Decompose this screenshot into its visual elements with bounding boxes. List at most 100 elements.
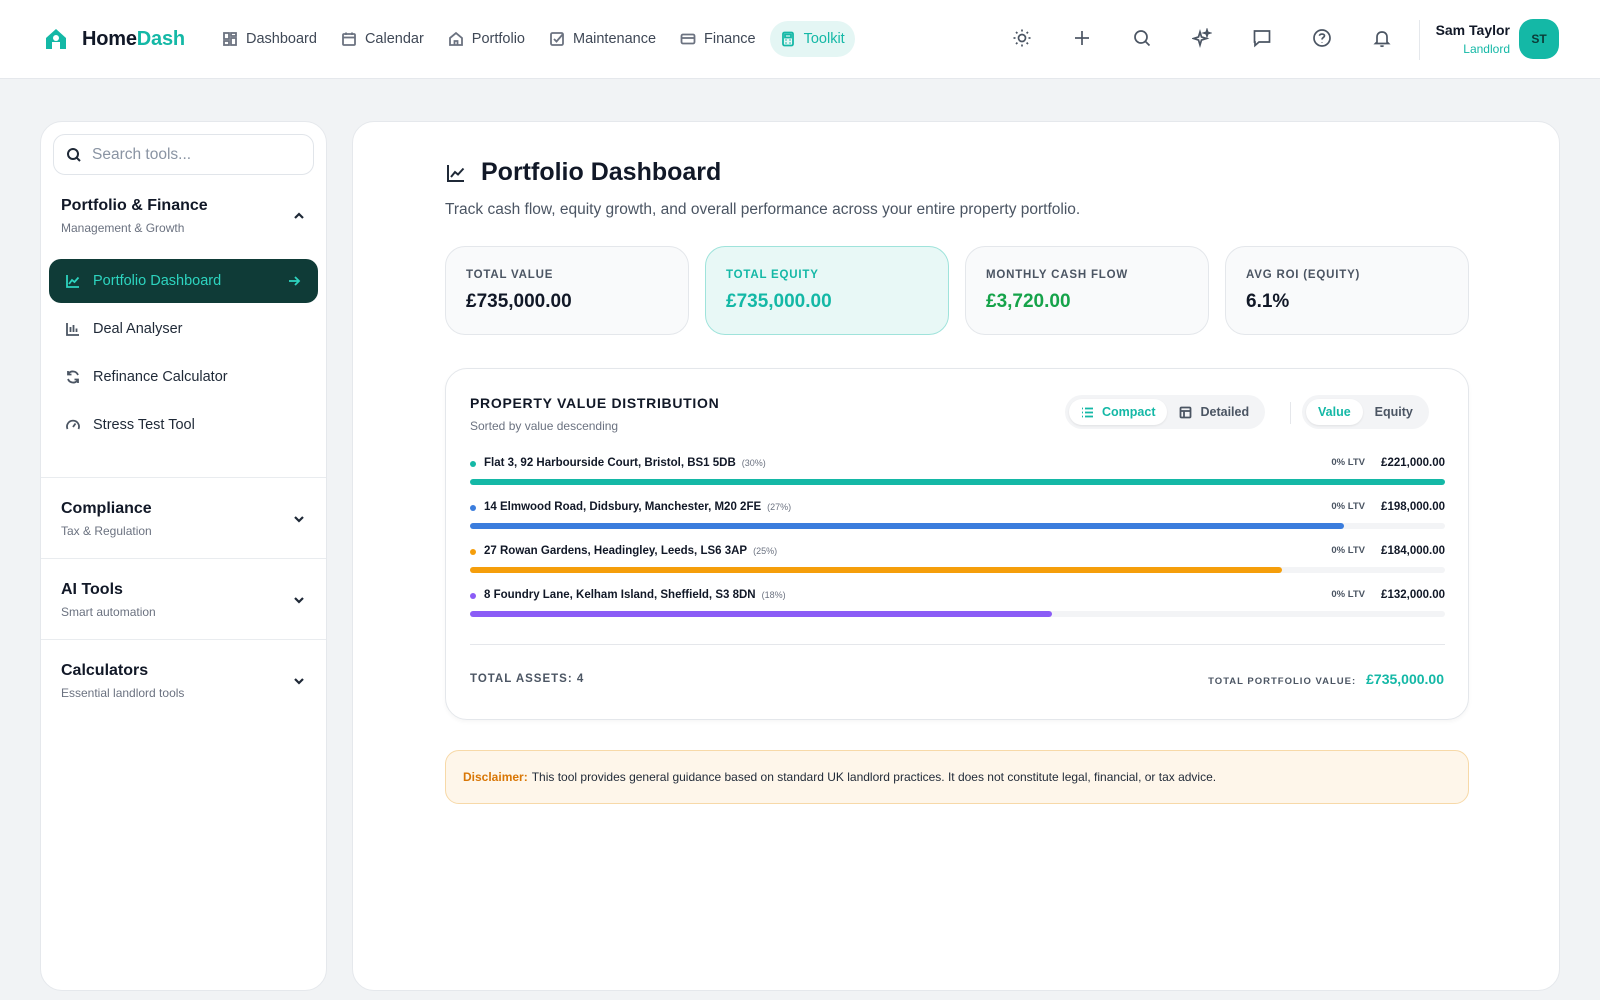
nav-calendar[interactable]: Calendar [331,21,434,57]
property-value: £221,000.00 [1381,457,1445,469]
user-info[interactable]: Sam Taylor Landlord [1430,22,1510,56]
property-ltv: 0% LTV [1331,457,1365,468]
sun-icon [1013,29,1031,47]
stat-card-avg-roi: AVG ROI (EQUITY) 6.1% [1225,246,1469,335]
house-logo-icon [46,29,66,49]
main-nav: Dashboard Calendar Portfolio Maintenance… [212,21,855,57]
chevron-down-icon [294,597,304,604]
value-bar-fill [470,567,1282,573]
search-tools-input[interactable] [92,145,292,164]
nav-portfolio-label: Portfolio [471,31,525,47]
help-button[interactable] [1304,20,1340,56]
section-title: Compliance [61,500,152,517]
nav-finance-label: Finance [704,31,756,47]
section-title: Portfolio & Finance [61,197,208,214]
nav-maintenance-label: Maintenance [572,31,657,47]
property-share: (30%) [741,458,766,468]
section-title: Calculators [61,662,149,679]
gauge-icon [66,419,80,430]
value-bar-track [470,479,1445,485]
section-portfolio-finance-header[interactable]: Portfolio & Finance Management & Growth [61,197,306,235]
nav-dashboard[interactable]: Dashboard [212,21,327,57]
section-subtitle: Smart automation [61,605,156,619]
checkbox-icon [550,32,564,46]
sidebar-item-stress-test-tool[interactable]: Stress Test Tool [49,403,318,447]
bar-chart-icon [66,323,79,336]
sidebar-item-label: Stress Test Tool [93,417,195,433]
bell-icon [1373,31,1391,48]
property-row: 14 Elmwood Road, Didsbury, Manchester, M… [470,499,1445,543]
property-row: 8 Foundry Lane, Kelham Island, Sheffield… [470,587,1445,631]
series-color-dot [470,549,476,555]
stat-value: £735,000.00 [466,291,572,312]
section-ai-tools-header[interactable]: AI Tools Smart automation [61,581,306,619]
brand-name: HomeDash [82,27,185,50]
total-portfolio-value-amount: £735,000.00 [1366,671,1444,687]
sidebar-item-portfolio-dashboard[interactable]: Portfolio Dashboard [49,259,318,303]
series-color-dot [470,505,476,511]
card-subtitle: Sorted by value descending [470,419,619,433]
value-bar-track [470,567,1445,573]
stat-value: £735,000.00 [726,291,832,312]
property-share: (27%) [767,502,792,512]
add-button[interactable] [1064,20,1100,56]
stat-label: TOTAL EQUITY [726,269,819,281]
total-portfolio-value: TOTAL PORTFOLIO VALUE: £735,000.00 [1208,671,1444,687]
stat-value: 6.1% [1246,291,1290,312]
search-icon [1134,30,1151,47]
sidebar-item-deal-analyser[interactable]: Deal Analyser [49,307,318,351]
series-color-dot [470,593,476,599]
disclaimer-text: This tool provides general guidance base… [531,770,1217,784]
calculator-icon [781,31,794,47]
nav-finance[interactable]: Finance [670,21,766,57]
property-address: Flat 3, 92 Harbourside Court, Bristol, B… [484,457,766,469]
section-compliance-header[interactable]: Compliance Tax & Regulation [61,500,306,538]
search-button[interactable] [1124,20,1160,56]
disclaimer-label: Disclaimer: [463,770,528,784]
nav-portfolio[interactable]: Portfolio [438,21,535,57]
main-panel: Portfolio Dashboard Track cash flow, equ… [352,121,1560,991]
line-chart-icon [447,164,465,182]
view-detailed-label: Detailed [1200,405,1250,419]
card-title: PROPERTY VALUE DISTRIBUTION [470,395,720,411]
card-icon [680,33,696,45]
property-address: 8 Foundry Lane, Kelham Island, Sheffield… [484,589,786,601]
avatar[interactable]: ST [1519,19,1559,59]
page-title: Portfolio Dashboard [445,158,1080,187]
brand-logo-link[interactable]: HomeDash [42,25,202,53]
theme-toggle-button[interactable] [1004,20,1040,56]
stat-card-monthly-cash-flow: MONTHLY CASH FLOW £3,720.00 [965,246,1209,335]
stat-value: £3,720.00 [986,291,1071,312]
header-divider [1419,20,1420,60]
page-description: Track cash flow, equity growth, and over… [445,201,1081,218]
section-calculators-header[interactable]: Calculators Essential landlord tools [61,662,306,700]
search-icon [67,147,81,162]
messages-button[interactable] [1244,20,1280,56]
sidebar-item-refinance-calculator[interactable]: Refinance Calculator [49,355,318,399]
metric-equity-button[interactable]: Equity [1363,399,1425,425]
grid-icon [223,32,237,46]
property-ltv: 0% LTV [1331,589,1365,600]
top-navigation-bar: HomeDash Dashboard Calendar Portfolio Ma… [0,0,1600,79]
section-calculators: Calculators Essential landlord tools [41,640,326,720]
value-bar-fill [470,523,1344,529]
page-header: Portfolio Dashboard Track cash flow, equ… [445,158,1080,219]
ai-assistant-button[interactable] [1184,20,1220,56]
property-share: (25%) [753,546,778,556]
property-row: 27 Rowan Gardens, Headingley, Leeds, LS6… [470,543,1445,587]
view-detailed-button[interactable]: Detailed [1167,399,1261,425]
metric-toggle: Value Equity [1302,395,1429,429]
metric-value-button[interactable]: Value [1306,399,1363,425]
arrow-right-icon [289,276,301,286]
stat-label: TOTAL VALUE [466,269,554,281]
section-ai-tools: AI Tools Smart automation [41,559,326,639]
nav-toolkit-label: Toolkit [803,31,845,47]
chat-icon [1253,30,1271,48]
nav-toolkit[interactable]: Toolkit [769,21,855,57]
header-tools [1004,20,1424,56]
section-subtitle: Essential landlord tools [61,686,185,700]
notifications-button[interactable] [1364,20,1400,56]
chevron-up-icon [294,212,304,219]
nav-maintenance[interactable]: Maintenance [539,21,666,57]
view-compact-button[interactable]: Compact [1069,399,1168,425]
